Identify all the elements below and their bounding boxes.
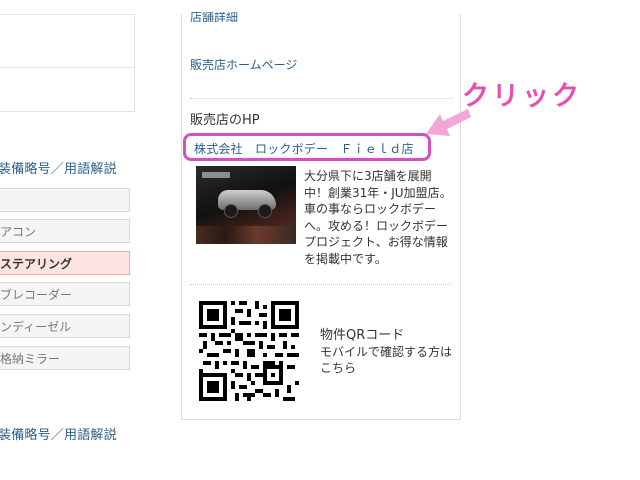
equipment-item-active: ステアリング — [0, 251, 130, 275]
store-description: 大分県下に3店舗を展開中！創業31年・JU加盟店。車の事ならロックボデーへ。攻め… — [304, 169, 452, 266]
qr-code-description: モバイルで確認する方はこちら — [320, 345, 453, 375]
qr-code-icon — [199, 301, 299, 401]
dealer-panel: 店舗詳細 販売店ホームページ 販売店のHP 株式会社 ロックボデー Ｆｉｅｌｄ店… — [181, 12, 461, 420]
click-annotation-label: クリック — [462, 81, 582, 112]
highlight-outline — [183, 133, 431, 161]
equipment-item: 格納ミラー — [0, 346, 130, 370]
arrow-pointer-icon — [426, 109, 471, 136]
car-wheel — [224, 204, 238, 218]
equipment-item: ブレコーダー — [0, 282, 130, 306]
dealer-homepage-link[interactable]: 販売店ホームページ — [190, 56, 297, 73]
equipment-glossary-title-2[interactable]: 装備略号／用語解説 — [0, 424, 117, 443]
dotted-divider — [190, 98, 452, 99]
store-photo[interactable] — [196, 166, 296, 244]
left-info-box — [0, 14, 135, 112]
equipment-item: アコン — [0, 219, 130, 243]
qr-code-title: 物件QRコード — [320, 328, 405, 343]
dotted-divider — [190, 284, 452, 285]
equipment-glossary-title-1[interactable]: 装備略号／用語解説 — [0, 158, 117, 177]
equipment-item — [0, 188, 130, 212]
car-wheel — [258, 204, 272, 218]
store-details-link[interactable]: 店舗詳細 — [190, 12, 238, 22]
left-box-divider — [0, 67, 134, 68]
dealer-hp-heading: 販売店のHP — [190, 113, 260, 128]
store-photo-logo — [202, 172, 230, 178]
equipment-item: ンディーゼル — [0, 314, 130, 338]
store-photo-strip — [196, 226, 296, 244]
